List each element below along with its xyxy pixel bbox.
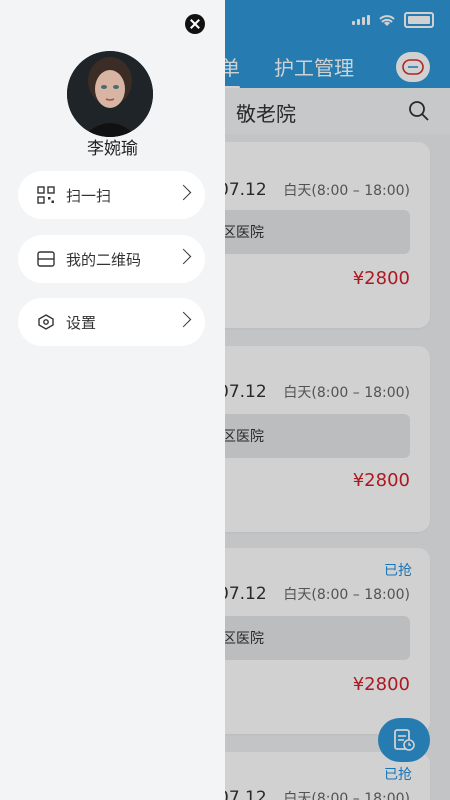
menu-item-settings[interactable]: 设置 [18,298,205,346]
close-icon[interactable] [185,14,205,34]
menu-label: 我的二维码 [66,251,142,269]
qrcode-icon [37,251,55,267]
app-root: 单 护工管理 敬老院 07.12 白天(8:00 – 18:00) 区医院 ¥2… [0,0,450,800]
qr-scan-icon [37,186,55,204]
settings-icon [38,314,54,330]
menu-item-my-qrcode[interactable]: 我的二维码 [18,235,205,283]
chevron-right-icon [175,311,192,328]
chevron-right-icon [175,248,192,265]
side-drawer: 李婉瑜 扫一扫 我的二维码 设置 [0,0,225,800]
avatar[interactable] [67,51,153,137]
user-photo [67,51,153,137]
menu-item-scan[interactable]: 扫一扫 [18,171,205,219]
menu-label: 扫一扫 [66,187,112,205]
username: 李婉瑜 [87,139,138,159]
menu-label: 设置 [66,314,97,332]
chevron-right-icon [175,184,192,201]
